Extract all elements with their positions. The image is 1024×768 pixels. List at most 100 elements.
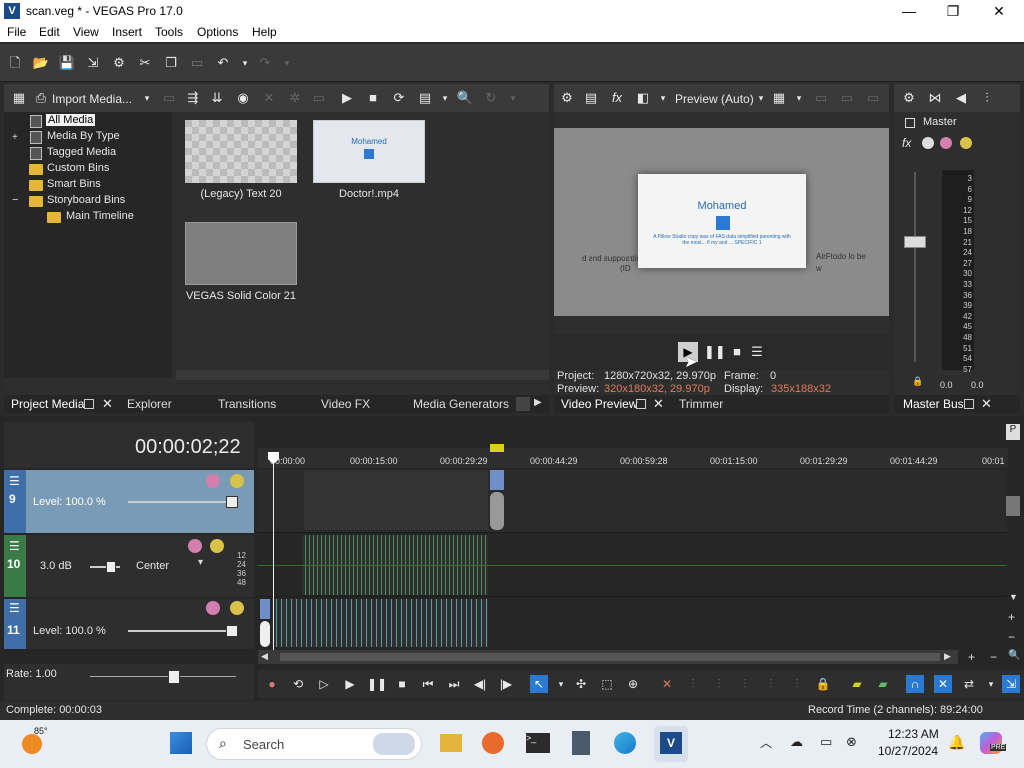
lock-envelopes-icon[interactable]: ⇲ — [1002, 675, 1020, 693]
go-to-end-icon[interactable]: ⏭ — [445, 675, 463, 693]
track-solo-icon[interactable] — [230, 474, 244, 488]
start-windows-icon[interactable] — [170, 732, 192, 754]
master-close-tab-icon[interactable]: ✕ — [981, 396, 992, 412]
timeline-hscroll[interactable]: ◀ ▶ — [258, 650, 958, 664]
close-tab-icon[interactable]: ✕ — [102, 396, 113, 412]
menu-file[interactable]: File — [7, 25, 26, 39]
tree-item-media-by-type[interactable]: Media By Type — [47, 130, 120, 142]
terminal-icon[interactable]: >_ — [526, 733, 550, 753]
master-lock-icon[interactable]: 🔒 — [912, 376, 923, 387]
loop-playback-icon[interactable]: ⟲ — [289, 675, 307, 693]
media-thumb-doctor-mp4[interactable]: Mohamed — [313, 120, 425, 183]
preview-more-icon[interactable]: ▭ — [864, 89, 882, 107]
copy-icon[interactable]: ❐ — [162, 54, 180, 72]
track-header-video-11[interactable]: ☰ 11 Level: 100.0 % — [4, 599, 254, 649]
file-explorer-icon[interactable] — [440, 734, 462, 752]
auto-ripple-dropdown-icon[interactable]: ▾ — [982, 675, 1000, 693]
trim-start-icon[interactable]: ⫶ — [736, 675, 754, 693]
play-from-start-icon[interactable]: ▷ — [315, 675, 333, 693]
clock-date[interactable]: 10/27/2024 — [878, 744, 938, 758]
edge-icon[interactable] — [614, 732, 636, 754]
track-level-handle[interactable] — [226, 625, 238, 637]
media-horizontal-scrollbar[interactable] — [176, 370, 549, 380]
views-icon[interactable]: ▤ — [416, 89, 434, 107]
cloud-icon[interactable]: ☁ — [790, 734, 803, 750]
copilot-icon[interactable]: PRE — [980, 732, 1007, 754]
import-media-icon[interactable]: ⎙ — [32, 89, 50, 107]
play-icon[interactable]: ▶ — [341, 675, 359, 693]
preview-menu-icon[interactable]: ☰ — [748, 343, 766, 361]
zoom-tool-button-icon[interactable]: ⊕ — [624, 675, 642, 693]
zoom-tool-icon[interactable]: 🔍 — [1008, 650, 1020, 661]
tree-item-tagged-media[interactable]: Tagged Media — [47, 146, 116, 158]
menu-help[interactable]: Help — [252, 25, 277, 39]
tree-item-all-media[interactable]: All Media — [46, 114, 96, 126]
region-icon[interactable]: ▰ — [874, 675, 892, 693]
show-hidden-icons-icon[interactable]: ︿ — [760, 734, 772, 751]
event-fade-handle[interactable] — [490, 492, 504, 530]
device-output-icon[interactable]: ▤ — [582, 89, 600, 107]
remove-media-icon[interactable]: ▭ — [160, 89, 178, 107]
event-selected-head[interactable] — [260, 599, 270, 619]
play-preview-icon[interactable]: ▶ — [338, 89, 356, 107]
track-menu-icon[interactable]: ☰ — [9, 601, 20, 615]
envelope-tool-icon[interactable]: ✣ — [572, 675, 590, 693]
menu-insert[interactable]: Insert — [112, 25, 142, 39]
selection-tool-icon[interactable]: ⬚ — [598, 675, 616, 693]
tab-project-media[interactable]: Project Media — [11, 397, 84, 411]
track-lane-video-11[interactable] — [258, 599, 1006, 649]
minimize-button[interactable]: — — [886, 0, 932, 22]
next-frame-icon[interactable]: |▶ — [497, 675, 515, 693]
paste-icon[interactable]: ▭ — [188, 54, 206, 72]
import-media-button[interactable]: Import Media... — [52, 92, 132, 106]
copy-snapshot-icon[interactable]: ▭ — [812, 89, 830, 107]
track-mute-icon[interactable] — [188, 539, 202, 553]
loop-region-marker[interactable] — [490, 444, 504, 452]
save-icon[interactable]: 💾 — [58, 54, 76, 72]
properties-icon[interactable]: ▭ — [310, 89, 328, 107]
open-folder-icon[interactable]: 📂 — [32, 54, 50, 72]
display-icon[interactable]: ▭ — [820, 734, 832, 750]
undock-icon[interactable] — [84, 399, 94, 409]
track-volume-handle[interactable] — [106, 561, 116, 573]
master-solo-icon[interactable] — [960, 137, 972, 149]
stop-icon[interactable]: ■ — [393, 675, 411, 693]
rate-slider[interactable] — [90, 676, 236, 677]
track-solo-icon[interactable] — [210, 539, 224, 553]
media-thumb-legacy-text[interactable] — [185, 120, 297, 183]
event-selected-head[interactable] — [490, 470, 504, 490]
tree-item-main-timeline[interactable]: Main Timeline — [66, 210, 134, 222]
preview-stop-icon[interactable]: ■ — [728, 343, 746, 361]
track-mute-icon[interactable] — [206, 601, 220, 615]
preview-pause-icon[interactable]: ❚❚ — [704, 343, 726, 361]
preview-quality-select[interactable]: Preview (Auto) — [675, 92, 754, 106]
overlays-dropdown-icon[interactable]: ▾ — [790, 89, 808, 107]
tab-video-preview[interactable]: Video Preview — [561, 397, 638, 411]
media-view-icon[interactable]: ▦ — [10, 89, 28, 107]
undo-icon[interactable]: ↶ — [214, 54, 232, 72]
redo-dropdown-icon[interactable]: ▾ — [278, 54, 296, 72]
expand-media-by-type-icon[interactable]: + — [12, 132, 18, 143]
track-lane-audio-10[interactable] — [258, 535, 1006, 597]
preview-quality-dropdown-icon[interactable]: ▾ — [752, 89, 770, 107]
scroll-down-icon[interactable]: ▼ — [1009, 592, 1018, 602]
media-fx-icon[interactable]: ✲ — [286, 89, 304, 107]
undo-dropdown-icon[interactable]: ▾ — [236, 54, 254, 72]
views-dropdown-icon[interactable]: ▾ — [436, 89, 454, 107]
rate-slider-handle[interactable] — [168, 670, 180, 684]
zoom-out-horizontal-icon[interactable]: − — [990, 650, 997, 664]
track-menu-icon[interactable]: ☰ — [9, 539, 20, 553]
redo-icon[interactable]: ↷ — [256, 54, 274, 72]
track-mute-icon[interactable] — [206, 474, 220, 488]
cut-icon[interactable]: ✂ — [136, 54, 154, 72]
media-thumb-solid-color[interactable] — [185, 222, 297, 285]
master-fx-icon[interactable]: fx — [902, 136, 911, 150]
network-icon[interactable]: ⊗ — [846, 734, 857, 750]
zoom-out-vertical-icon[interactable]: − — [1008, 630, 1015, 644]
trim-icon[interactable]: ⫶ — [684, 675, 702, 693]
mixer-icon[interactable]: ⋈ — [926, 89, 944, 107]
zoom-in-horizontal-icon[interactable]: + — [968, 650, 975, 664]
maximize-button[interactable]: ❐ — [930, 0, 976, 22]
new-project-icon[interactable]: 🗋 — [6, 54, 24, 72]
trim-end-icon[interactable]: ⫶ — [762, 675, 780, 693]
